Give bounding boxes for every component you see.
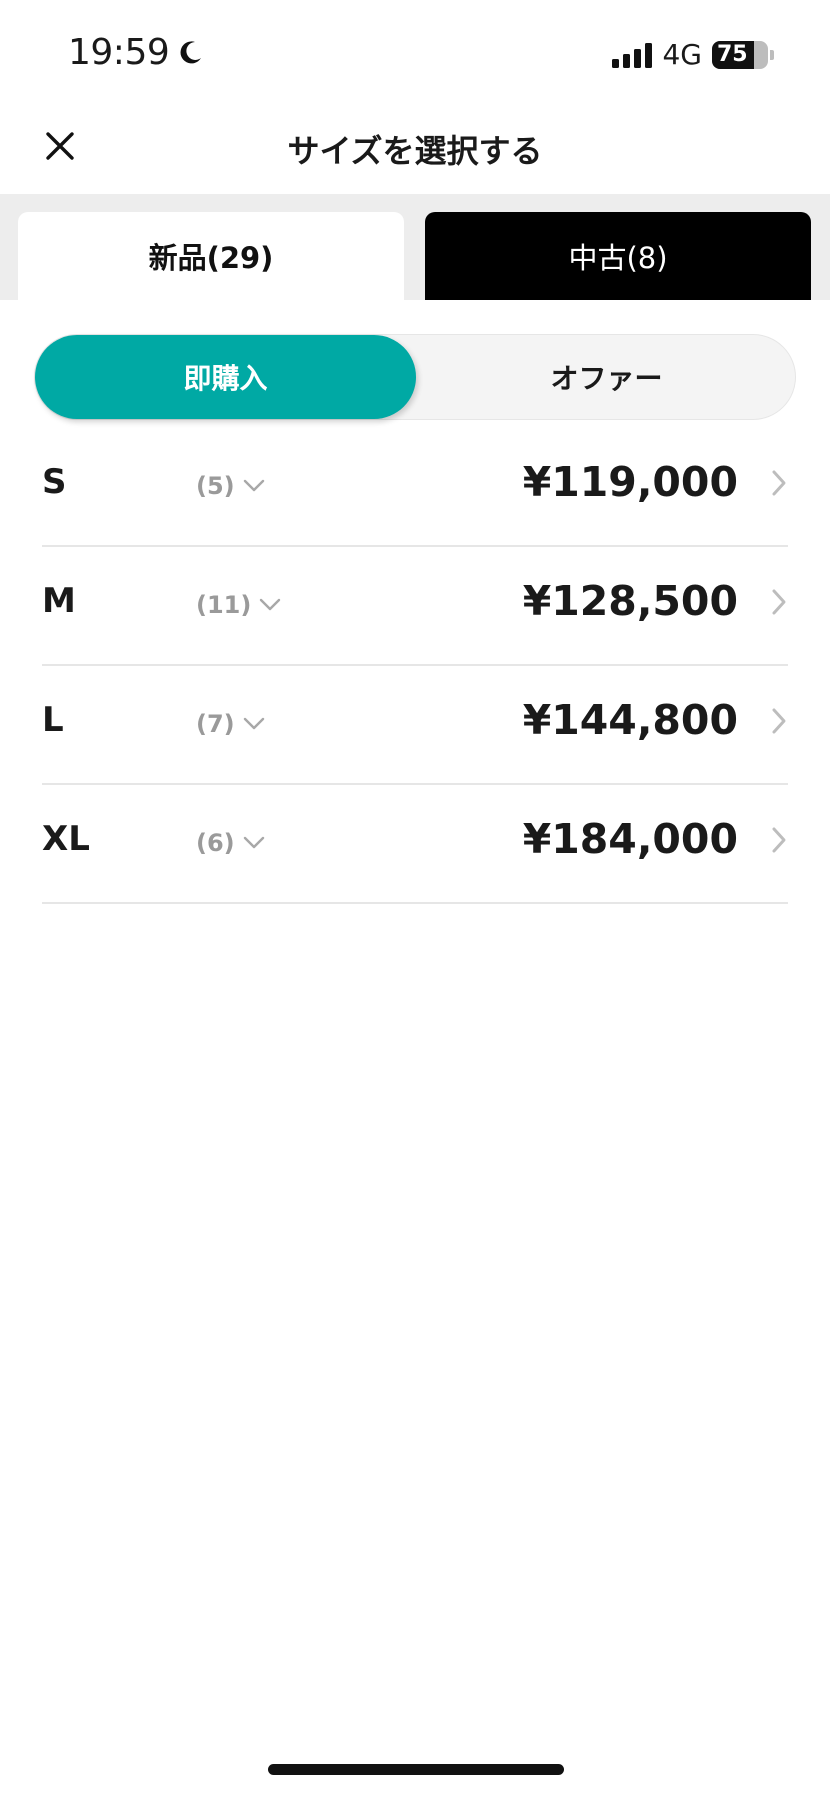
status-indicators: 4G 75 bbox=[612, 38, 774, 71]
size-row-l[interactable]: L (7) ¥144,800 bbox=[42, 666, 788, 785]
time-label: 19:59 bbox=[68, 32, 170, 73]
size-price: ¥144,800 bbox=[522, 696, 738, 744]
status-bar: 19:59 4G 75 bbox=[0, 0, 830, 100]
size-label: M bbox=[42, 581, 76, 621]
size-label: S bbox=[42, 462, 67, 502]
purchase-type-toggle: 即購入 オファー bbox=[34, 334, 796, 420]
chevron-down-icon bbox=[243, 479, 264, 492]
chevron-right-icon bbox=[772, 470, 786, 496]
signal-icon bbox=[612, 42, 653, 68]
condition-tabs: 新品(29) 中古(8) bbox=[0, 194, 830, 300]
size-count: (11) bbox=[196, 591, 252, 619]
battery-level: 75 bbox=[717, 41, 748, 67]
size-count-toggle[interactable]: (11) bbox=[196, 591, 281, 619]
chevron-right-icon bbox=[772, 589, 786, 615]
size-count: (6) bbox=[196, 829, 235, 857]
moon-icon bbox=[180, 40, 202, 63]
chevron-down-icon bbox=[243, 717, 264, 730]
chevron-down-icon bbox=[243, 836, 264, 849]
network-label: 4G bbox=[662, 38, 702, 71]
battery-cap bbox=[770, 49, 774, 60]
tab-used[interactable]: 中古(8) bbox=[425, 212, 811, 300]
instant-buy-option[interactable]: 即購入 bbox=[35, 335, 416, 419]
chevron-down-icon bbox=[260, 598, 281, 611]
size-row-xl[interactable]: XL (6) ¥184,000 bbox=[42, 785, 788, 904]
size-label: L bbox=[42, 700, 64, 740]
size-count-toggle[interactable]: (6) bbox=[196, 829, 265, 857]
size-price: ¥184,000 bbox=[522, 815, 738, 863]
size-count: (5) bbox=[196, 472, 235, 500]
offer-option[interactable]: オファー bbox=[416, 335, 797, 419]
size-count-toggle[interactable]: (7) bbox=[196, 710, 265, 738]
size-label: XL bbox=[42, 819, 90, 859]
size-count-toggle[interactable]: (5) bbox=[196, 472, 265, 500]
size-row-m[interactable]: M (11) ¥128,500 bbox=[42, 547, 788, 666]
tab-new[interactable]: 新品(29) bbox=[18, 212, 404, 300]
chevron-right-icon bbox=[772, 827, 786, 853]
size-row-s[interactable]: S (5) ¥119,000 bbox=[42, 428, 788, 547]
size-price: ¥119,000 bbox=[522, 458, 738, 506]
size-list: S (5) ¥119,000 M (11) ¥128,500 L (7) ¥14… bbox=[42, 428, 788, 904]
size-count: (7) bbox=[196, 710, 235, 738]
battery-icon: 75 bbox=[712, 40, 768, 69]
page-title: サイズを選択する bbox=[287, 132, 543, 170]
chevron-right-icon bbox=[772, 708, 786, 734]
home-indicator[interactable] bbox=[268, 1764, 564, 1775]
size-select-screen: 19:59 4G 75 サイズを選択する 新品(29) 中古(8) 即購入 オフ… bbox=[0, 0, 830, 1796]
header: サイズを選択する bbox=[0, 100, 830, 194]
status-time: 19:59 bbox=[68, 32, 205, 73]
size-price: ¥128,500 bbox=[522, 577, 738, 625]
